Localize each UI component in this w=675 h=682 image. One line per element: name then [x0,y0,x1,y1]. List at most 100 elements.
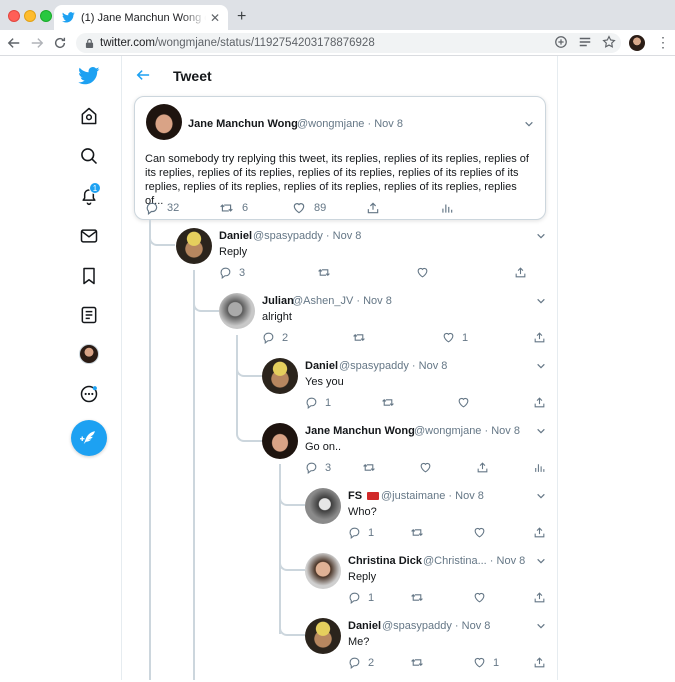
avatar[interactable] [305,553,341,589]
avatar[interactable] [262,358,298,394]
browser-menu-icon[interactable]: ⋮ [656,35,670,49]
retweet-action[interactable] [317,266,331,279]
chevron-down-icon[interactable] [536,621,546,631]
tweet-date[interactable]: Nov 8 [462,620,491,632]
tweet-date[interactable]: Nov 8 [491,425,520,437]
tweet-date[interactable]: Nov 8 [419,360,448,372]
tweet-date[interactable]: Nov 8 [374,118,403,130]
author-name[interactable]: Julian [262,295,294,307]
like-action[interactable] [473,526,486,539]
author-handle[interactable]: @spasypaddy [339,360,409,372]
twitter-logo-icon[interactable] [78,65,100,87]
reading-list-icon[interactable] [578,35,592,49]
focused-tweet[interactable]: Jane Manchun Wong @wongmjane · Nov 8 Can… [134,96,546,220]
share-action[interactable] [533,656,546,669]
reply-tweet[interactable]: Daniel @spasypaddy · Nov 8 Me? 2 1 [305,618,546,682]
avatar[interactable] [219,293,255,329]
author-handle[interactable]: @wongmjane [297,118,364,130]
tweet-date[interactable]: Nov 8 [455,490,484,502]
author-handle[interactable]: @Ashen_JV [292,295,353,307]
chevron-down-icon[interactable] [524,119,534,129]
retweet-action[interactable] [381,396,395,409]
like-action[interactable]: 89 [292,201,326,215]
back-arrow-icon[interactable] [136,68,150,82]
compose-tweet-button[interactable] [71,420,107,456]
retweet-action[interactable] [410,526,424,539]
address-bar[interactable]: twitter.com/wongmjane/status/11927542031… [76,33,621,53]
retweet-action[interactable] [410,591,424,604]
reply-action[interactable]: 1 [348,591,374,604]
like-action[interactable] [473,591,486,604]
star-icon[interactable] [602,35,616,49]
browser-profile-avatar[interactable] [629,35,645,51]
retweet-action[interactable] [352,331,366,344]
forward-arrow-icon[interactable] [29,35,45,51]
tweet-date[interactable]: Nov 8 [497,555,526,567]
chevron-down-icon[interactable] [536,361,546,371]
window-close-button[interactable] [8,10,20,22]
reply-tweet[interactable]: Daniel @spasypaddy · Nov 8 Yes you 1 [262,358,546,422]
author-name[interactable]: Christina Dick [348,555,422,567]
analytics-action[interactable] [440,201,454,215]
chevron-down-icon[interactable] [536,296,546,306]
chevron-down-icon[interactable] [536,426,546,436]
new-tab-icon[interactable]: + [237,8,246,26]
avatar[interactable] [176,228,212,264]
author-name[interactable]: Daniel [348,620,381,632]
reply-action[interactable]: 3 [219,266,245,279]
share-action[interactable] [476,461,489,474]
like-action[interactable]: 1 [442,331,468,344]
author-handle[interactable]: @spasypaddy [253,230,323,242]
author-name[interactable]: Daniel [219,230,252,242]
share-action[interactable] [533,396,546,409]
avatar[interactable] [305,488,341,524]
back-arrow-icon[interactable] [6,35,22,51]
reply-tweet[interactable]: Christina Dick @Christina... · Nov 8 Rep… [305,553,546,617]
retweet-action[interactable] [410,656,424,669]
home-icon[interactable] [78,105,100,127]
reload-icon[interactable] [52,35,68,51]
avatar[interactable] [146,104,182,140]
browser-tab[interactable]: (1) Jane Manchun Wong on Twitter ✕ [54,5,228,30]
avatar[interactable] [262,423,298,459]
like-action[interactable] [457,396,470,409]
share-action[interactable] [533,591,546,604]
tweet-date[interactable]: Nov 8 [333,230,362,242]
author-handle[interactable]: @Christina... [423,555,487,567]
reply-action[interactable]: 3 [305,461,331,474]
profile-avatar[interactable] [79,344,99,364]
reply-tweet[interactable]: Daniel @spasypaddy · Nov 8 Reply 3 [176,228,546,292]
more-icon[interactable] [78,383,100,405]
reply-tweet[interactable]: Jane Manchun Wong @wongmjane · Nov 8 Go … [262,423,546,487]
avatar[interactable] [305,618,341,654]
add-bookmark-circle-icon[interactable] [554,35,568,49]
analytics-action[interactable] [533,461,546,474]
reply-action[interactable]: 1 [348,526,374,539]
share-action[interactable] [533,526,546,539]
author-handle[interactable]: @wongmjane [414,425,481,437]
chevron-down-icon[interactable] [536,231,546,241]
share-action[interactable] [366,201,380,215]
like-action[interactable] [419,461,432,474]
share-action[interactable] [533,331,546,344]
window-minimize-button[interactable] [24,10,36,22]
author-name[interactable]: Jane Manchun Wong [305,425,415,437]
like-action[interactable] [416,266,429,279]
reply-tweet[interactable]: Julian @Ashen_JV · Nov 8 alright 2 1 [219,293,546,357]
author-name[interactable]: FS [348,490,380,502]
reply-action[interactable]: 1 [305,396,331,409]
reply-tweet[interactable]: FS @justaimane · Nov 8 Who? 1 [305,488,546,552]
author-handle[interactable]: @spasypaddy [382,620,452,632]
reply-action[interactable]: 2 [348,656,374,669]
bookmarks-icon[interactable] [78,265,100,287]
reply-action[interactable]: 2 [262,331,288,344]
retweet-action[interactable]: 6 [219,201,248,215]
author-name[interactable]: Jane Manchun Wong [188,118,298,130]
messages-icon[interactable] [78,225,100,247]
author-name[interactable]: Daniel [305,360,338,372]
chevron-down-icon[interactable] [536,491,546,501]
window-maximize-button[interactable] [40,10,52,22]
lists-icon[interactable] [78,304,100,326]
tweet-date[interactable]: Nov 8 [363,295,392,307]
reply-action[interactable]: 32 [145,201,179,215]
